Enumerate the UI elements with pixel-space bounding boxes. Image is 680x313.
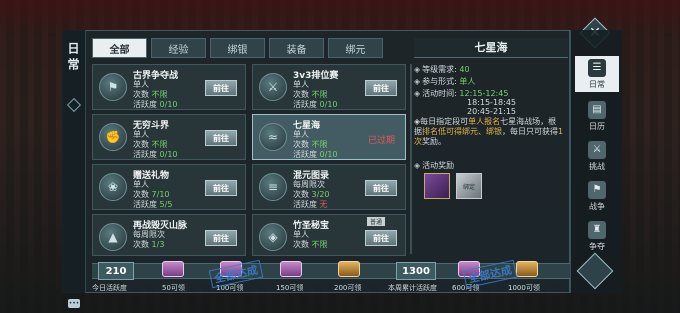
weekly-liveness-value: 1300	[396, 262, 436, 280]
grid-scrollbar[interactable]	[410, 64, 412, 254]
activity-liveness: 活跃度 5/5	[133, 200, 173, 209]
detail-title: 七星海	[414, 38, 568, 58]
detail-level: ◈ 等级需求: 40	[414, 65, 470, 74]
tab-equipment[interactable]: 装备	[269, 38, 324, 58]
reward-item-icon[interactable]: 绑定	[456, 173, 482, 199]
banner-icon: ⚑	[588, 180, 606, 199]
chat-icon[interactable]: •••	[68, 299, 80, 308]
tab-all[interactable]: 全部	[92, 38, 147, 58]
expired-status: 已过期	[367, 136, 395, 146]
mountain-icon: ▲	[99, 223, 127, 251]
chest-icon[interactable]	[338, 261, 360, 277]
go-button[interactable]: 前往	[365, 230, 397, 246]
reward-badge: 绑定	[462, 184, 475, 191]
go-button[interactable]: 前往	[205, 80, 237, 96]
sword-icon: ⚔	[259, 73, 287, 101]
activity-card[interactable]: ≡ 混元图录 每周限次 次数 3/20 活跃度 无 前往	[252, 164, 406, 210]
book-icon: ▤	[588, 100, 606, 119]
activity-card[interactable]: ⚑ 古界争夺战 单人 次数 不限 活跃度 0/10 前往	[92, 64, 246, 110]
fist-icon: ✊	[99, 123, 127, 151]
gift-icon: ❀	[99, 173, 127, 201]
swords-icon: ⚔	[588, 140, 606, 159]
activity-liveness: 活跃度 0/10	[133, 100, 178, 109]
activity-liveness: 活跃度 无	[293, 200, 328, 209]
activity-card[interactable]: ◈ 竹圣秘宝 普通 单人 次数 不限 前往	[252, 214, 406, 256]
go-button[interactable]: 前往	[205, 230, 237, 246]
category-tabs: 全部 经验 绑银 装备 绑元	[92, 38, 383, 58]
activity-card-selected[interactable]: ≈ 七星海 单人 次数 不限 活跃度 0/10 已过期	[252, 114, 406, 160]
liveness-bar: 210 今日活跃度 50可领 100可领 150可领 200可领 全部达成 13…	[92, 257, 570, 293]
activity-liveness: 活跃度 0/10	[133, 150, 178, 159]
activity-count: 次数 不限	[293, 240, 328, 249]
nav-challenge[interactable]: ⚔ 挑战	[575, 138, 619, 174]
flag-icon: ⚑	[99, 73, 127, 101]
difficulty-tag: 普通	[366, 217, 385, 226]
wave-icon: ≈	[259, 123, 287, 151]
go-button[interactable]: 前往	[205, 180, 237, 196]
activity-card[interactable]: ▲ 再战毁灭山脉 每周限次 次数 1/3 前往	[92, 214, 246, 256]
activity-card[interactable]: ⚔ 3v3排位赛 单人 次数 不限 活跃度 0/10 前往	[252, 64, 406, 110]
tab-bound-yuan[interactable]: 绑元	[328, 38, 383, 58]
nav-daily[interactable]: ☰ 日常	[575, 56, 619, 92]
go-button[interactable]: 前往	[365, 80, 397, 96]
reward-heading: ◈ 活动奖励	[414, 161, 455, 170]
activity-card[interactable]: ✊ 无穷斗界 单人 次数 不限 活跃度 0/10 前往	[92, 114, 246, 160]
daily-liveness-label: 今日活跃度	[92, 284, 127, 292]
daily-liveness-value: 210	[98, 262, 134, 280]
calendar-icon: ☰	[588, 58, 606, 77]
tab-bound-silver[interactable]: 绑银	[210, 38, 265, 58]
go-button[interactable]: 前往	[205, 130, 237, 146]
tab-exp[interactable]: 经验	[151, 38, 206, 58]
chest-icon[interactable]	[280, 261, 302, 277]
nav-contest[interactable]: ♜ 争夺	[575, 218, 619, 254]
nav-war[interactable]: ⚑ 战争	[575, 178, 619, 214]
chest-icon[interactable]	[162, 261, 184, 277]
treasure-icon: ◈	[259, 223, 287, 251]
detail-time-3: 20:45-21:15	[467, 107, 516, 116]
activity-count: 次数 1/3	[133, 240, 165, 249]
detail-panel: 七星海	[414, 38, 568, 58]
activity-liveness: 活跃度 0/10	[293, 150, 338, 159]
weekly-liveness-label: 本周累计活跃度	[388, 284, 437, 292]
ornament-icon	[66, 97, 81, 113]
chest-icon[interactable]	[516, 261, 538, 277]
activity-card[interactable]: ❀ 赠送礼物 单人 次数 7/10 活跃度 5/5 前往	[92, 164, 246, 210]
detail-time-2: 18:15-18:45	[467, 98, 516, 107]
panel-title: 日常	[66, 42, 80, 74]
scroll-icon: ≡	[259, 173, 287, 201]
detail-description: ◈每日指定段可单人报名七星海战场，根据排名低可得绑元、绑银，每日只可获得1次奖励…	[414, 117, 564, 146]
detail-mode: ◈ 参与形式: 单人	[414, 77, 476, 86]
go-button[interactable]: 前往	[365, 180, 397, 196]
helmet-icon: ♜	[588, 220, 606, 239]
activity-liveness: 活跃度 0/10	[293, 100, 338, 109]
nav-calendar[interactable]: ▤ 日历	[575, 98, 619, 134]
panel-side-title: 日常	[62, 30, 86, 293]
reward-item-icon[interactable]	[424, 173, 450, 199]
